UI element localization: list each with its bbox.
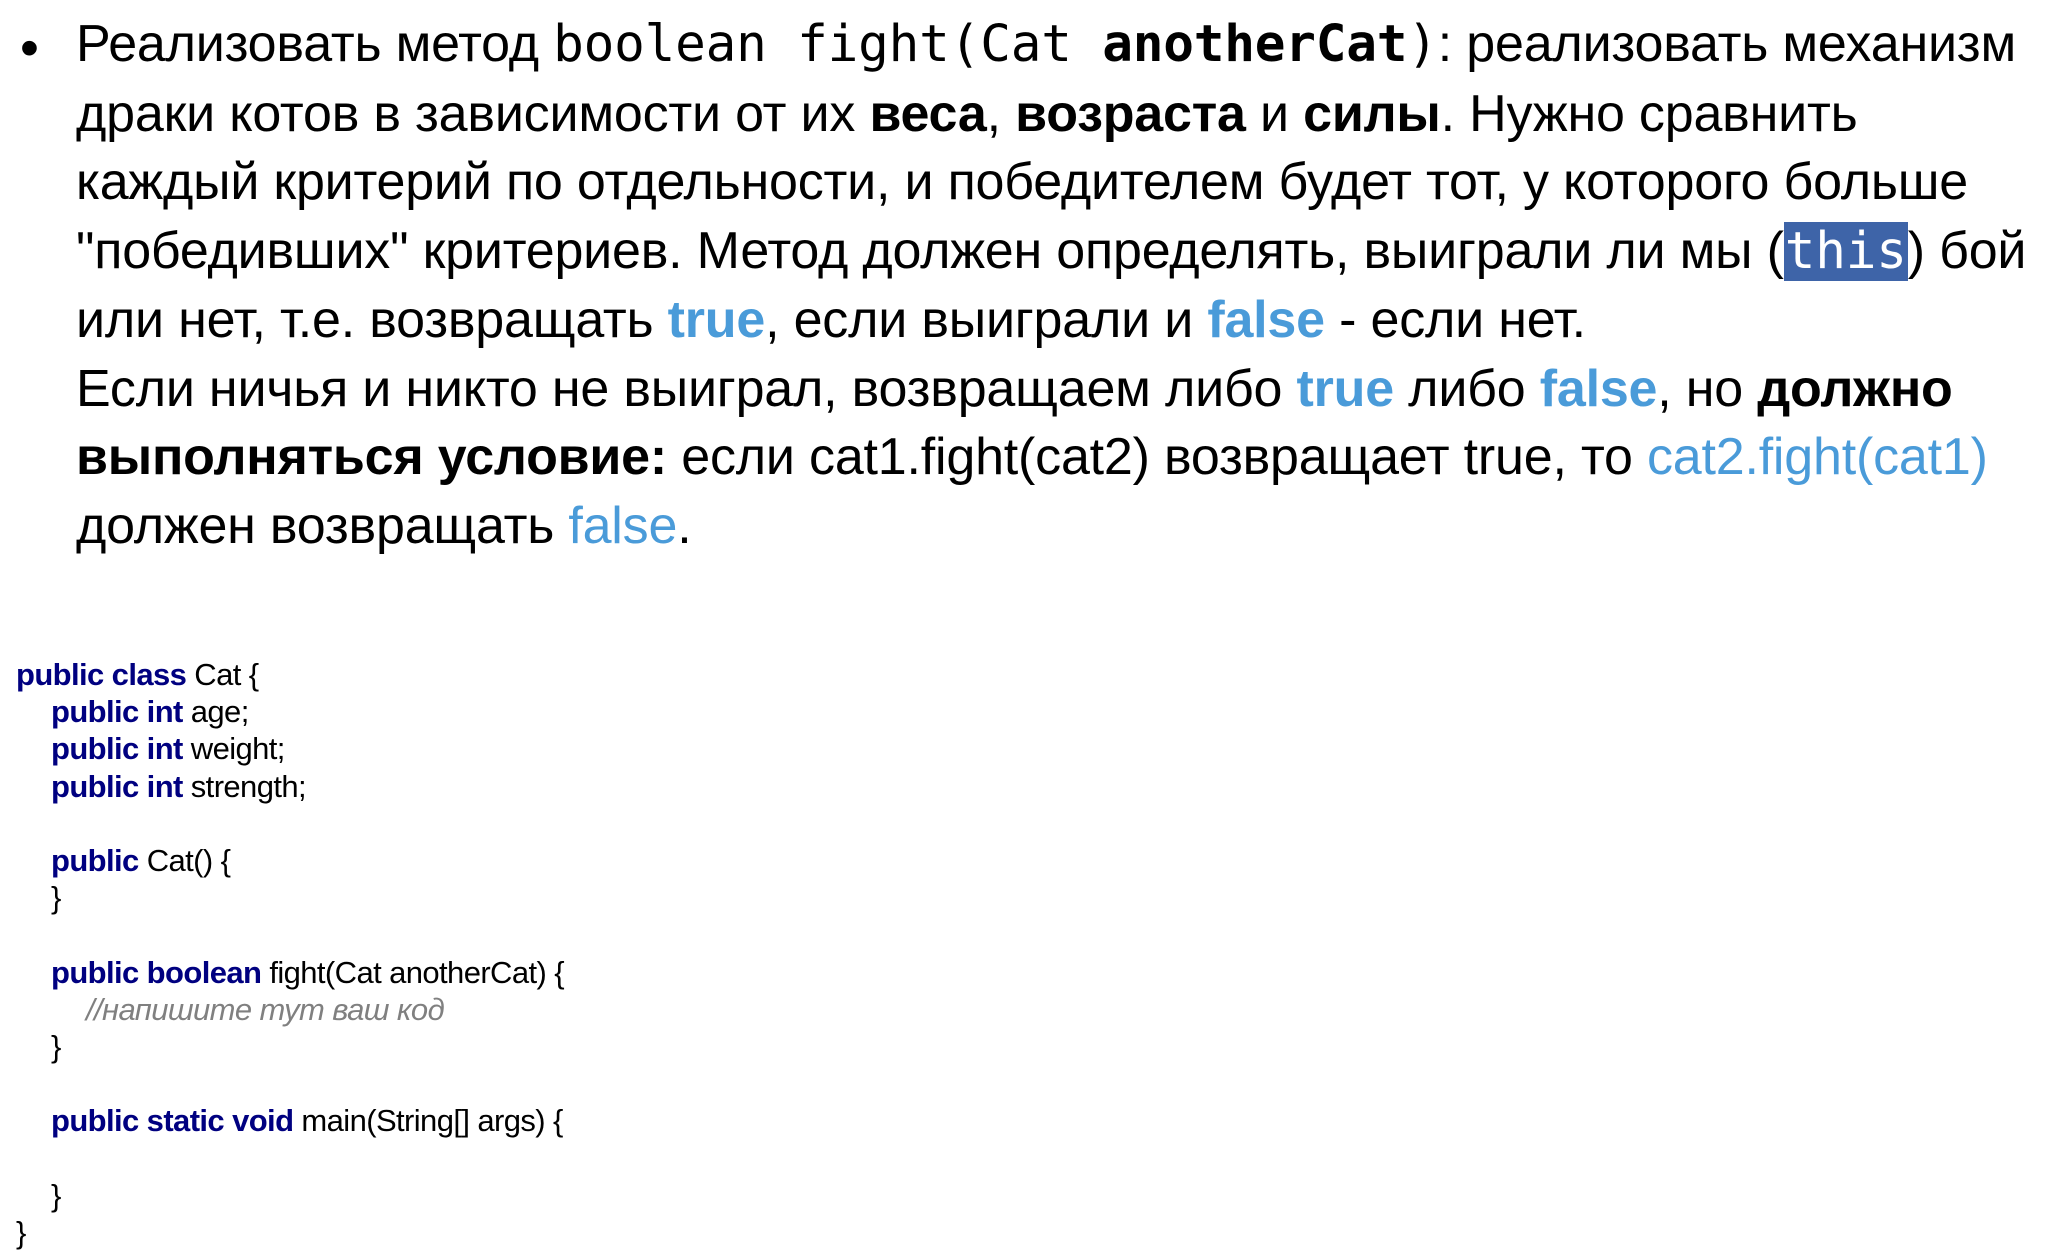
code-keyword: public	[51, 842, 139, 878]
criterion-age: возраста	[1015, 84, 1246, 143]
code-keyword: public int	[51, 731, 183, 767]
text: либо	[1393, 359, 1540, 418]
false-keyword: false	[1207, 291, 1325, 349]
code-text: }	[16, 1214, 26, 1250]
criterion-strength: силы	[1303, 84, 1441, 143]
code-line-constructor-close: }	[16, 879, 564, 916]
criterion-weight: веса	[869, 84, 987, 143]
code-line-age: public int age;	[16, 693, 564, 730]
code-line-fight-close: }	[16, 1028, 564, 1065]
code-text: main(String[] args) {	[293, 1103, 563, 1139]
code-line-fight: public boolean fight(Cat anotherCat) {	[16, 954, 565, 991]
text: если cat1.fight(cat2) возвращает true, т…	[667, 428, 1647, 486]
code-line-main: public static void main(String[] args) {	[16, 1102, 564, 1139]
false-value: false	[568, 496, 678, 555]
code-keyword: public boolean	[51, 954, 262, 990]
code-text: Cat() {	[138, 842, 231, 878]
code-keyword: public int	[51, 694, 183, 730]
code-line-class-close: }	[16, 1214, 564, 1251]
text: ,	[986, 84, 1016, 143]
method-signature-close: )	[1407, 15, 1438, 74]
bullet-marker: •	[20, 18, 39, 78]
true-keyword: true	[667, 291, 766, 349]
true-keyword: true	[1296, 359, 1395, 418]
text: - если нет.	[1324, 291, 1586, 349]
task-paragraph-1: Реализовать метод boolean fight(Cat anot…	[76, 10, 2036, 355]
text: и	[1245, 84, 1304, 143]
code-text: age;	[182, 694, 250, 730]
task-paragraph-2: Если ничья и никто не выиграл, возвращае…	[76, 355, 2036, 561]
code-keyword: public class	[16, 657, 187, 692]
code-line-weight: public int weight;	[16, 730, 564, 767]
text: , но	[1657, 359, 1758, 418]
text: Реализовать метод	[76, 15, 554, 73]
text: должен возвращать	[76, 496, 569, 555]
code-line-main-close: }	[16, 1177, 564, 1214]
false-keyword: false	[1539, 359, 1658, 418]
code-text: }	[51, 1177, 61, 1213]
code-line-constructor: public Cat() {	[16, 842, 564, 879]
code-keyword: public static void	[51, 1103, 294, 1139]
code-listing: public class Cat { public int age; publi…	[16, 656, 565, 1251]
text: Если ничья и никто не выиграл, возвращае…	[76, 359, 1297, 418]
method-signature-code: boolean fight(Cat	[553, 15, 1103, 74]
code-text: fight(Cat anotherCat) {	[261, 954, 564, 990]
text: .	[677, 496, 692, 555]
code-line-comment: //напишите тут ваш код	[16, 991, 564, 1028]
code-text: strength;	[182, 768, 307, 804]
method-argument-code: anotherCat	[1102, 15, 1408, 74]
code-text: }	[51, 880, 61, 916]
code-text: }	[51, 1028, 61, 1064]
code-text: weight;	[182, 731, 286, 767]
code-text: Cat {	[186, 657, 259, 692]
text: , если выиграли и	[765, 291, 1208, 349]
code-line-strength: public int strength;	[16, 768, 564, 805]
reverse-call: cat2.fight(cat1)	[1646, 428, 1988, 486]
task-text: Реализовать метод boolean fight(Cat anot…	[76, 10, 2036, 560]
code-comment: //напишите тут ваш код	[86, 991, 445, 1027]
code-line-class: public class Cat {	[16, 656, 564, 693]
code-keyword: public int	[51, 768, 183, 804]
selected-this-keyword[interactable]: this	[1783, 221, 1908, 281]
